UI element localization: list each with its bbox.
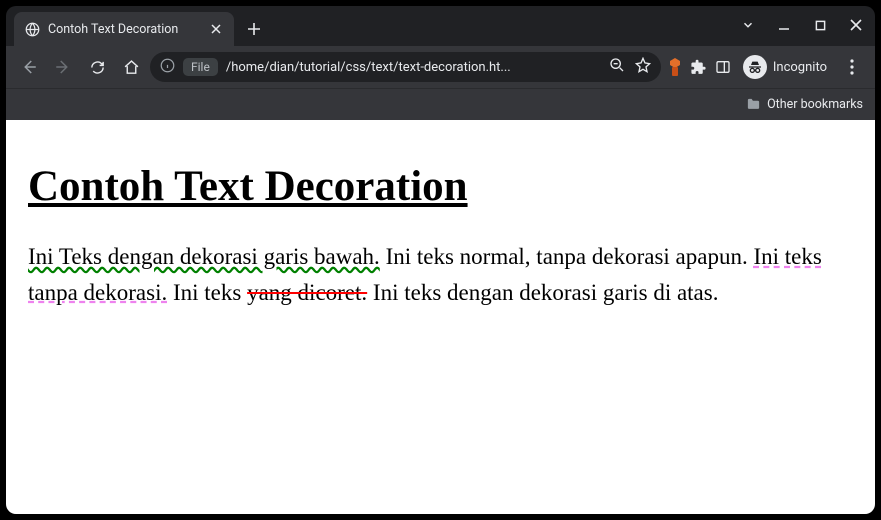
text-line-through: yang dicoret. [247, 280, 367, 305]
address-bar[interactable]: File /home/dian/tutorial/css/text/text-d… [150, 52, 661, 82]
tab-title: Contoh Text Decoration [48, 22, 200, 37]
toolbar: File /home/dian/tutorial/css/text/text-d… [6, 46, 875, 88]
side-panel-icon[interactable] [713, 57, 733, 77]
chevron-down-icon[interactable] [737, 14, 759, 36]
tab-strip: Contoh Text Decoration [6, 6, 875, 46]
page-title: Contoh Text Decoration [28, 162, 853, 211]
close-window-button[interactable] [845, 14, 867, 36]
page-content: Contoh Text Decoration Ini Teks dengan d… [6, 120, 875, 514]
browser-tab[interactable]: Contoh Text Decoration [14, 12, 234, 46]
incognito-label: Incognito [773, 60, 827, 75]
text-normal: Ini teks [167, 280, 247, 305]
demo-paragraph: Ini Teks dengan dekorasi garis bawah. In… [28, 239, 853, 310]
text-normal: Ini teks dengan dekorasi garis di atas. [367, 280, 718, 305]
window-controls [737, 14, 867, 36]
kebab-menu-icon[interactable] [837, 52, 867, 82]
other-bookmarks-link[interactable]: Other bookmarks [767, 97, 863, 112]
minimize-button[interactable] [773, 14, 795, 36]
address-bar-actions [609, 57, 651, 77]
url-scheme-badge: File [183, 58, 218, 76]
bookmark-star-icon[interactable] [635, 57, 651, 77]
folder-icon [745, 97, 761, 113]
close-icon[interactable] [208, 21, 224, 37]
bookmarks-bar: Other bookmarks [6, 88, 875, 120]
url-text: /home/dian/tutorial/css/text/text-decora… [226, 60, 601, 75]
extension-icon[interactable] [665, 57, 685, 77]
extensions-puzzle-icon[interactable] [689, 57, 709, 77]
forward-button[interactable] [48, 52, 78, 82]
globe-icon [24, 21, 40, 37]
incognito-icon [743, 55, 767, 79]
reload-button[interactable] [82, 52, 112, 82]
info-icon[interactable] [160, 58, 175, 77]
zoom-icon[interactable] [609, 57, 625, 77]
new-tab-button[interactable] [240, 15, 268, 43]
incognito-indicator[interactable]: Incognito [737, 55, 833, 79]
browser-window: Contoh Text Decoration [6, 6, 875, 514]
home-button[interactable] [116, 52, 146, 82]
maximize-button[interactable] [809, 14, 831, 36]
back-button[interactable] [14, 52, 44, 82]
text-normal: Ini teks normal, tanpa dekorasi apapun. [380, 244, 754, 269]
text-underline-wavy: Ini Teks dengan dekorasi garis bawah. [28, 244, 380, 269]
